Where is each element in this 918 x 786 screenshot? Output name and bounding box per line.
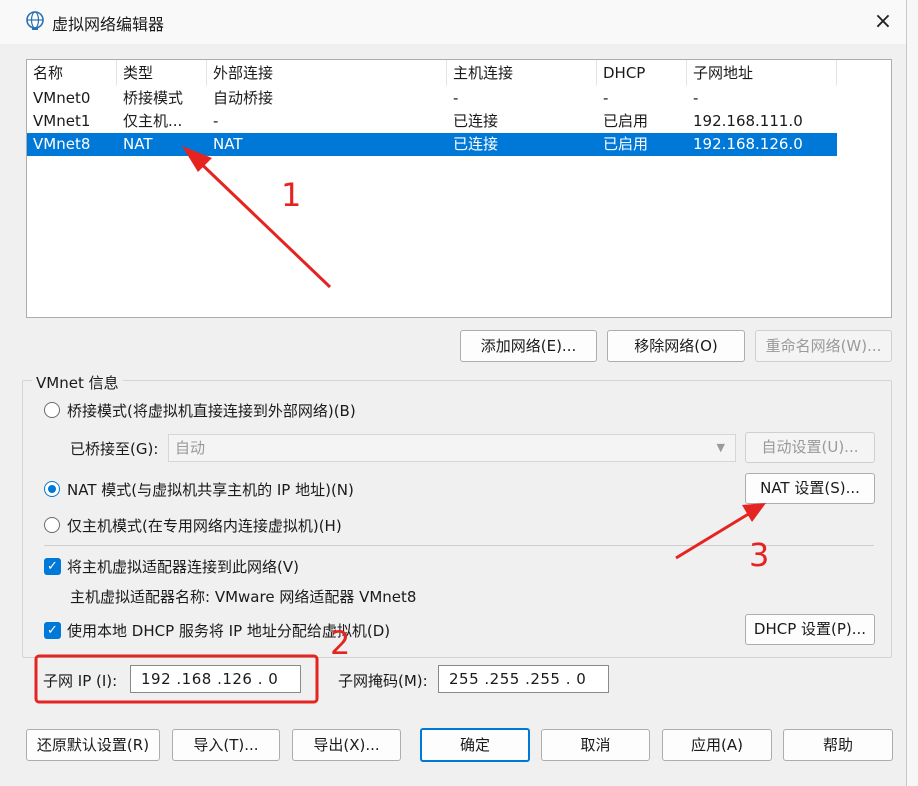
annotation-number-2: 2 [330,624,351,662]
annotation-overlay [34,146,766,704]
virtual-network-editor-dialog: 虚拟网络编辑器 × 名称 类型 外部连接 主机连接 DHCP 子网地址 VMne… [0,0,907,786]
background-window-edge [906,0,918,786]
annotation-arrow-3 [675,508,756,560]
annotation-box [34,654,319,704]
annotation-number-3: 3 [749,536,770,574]
annotation-number-1: 1 [281,176,302,214]
annotation-arrowhead-3 [742,503,766,522]
annotation-arrow-1 [190,153,332,289]
